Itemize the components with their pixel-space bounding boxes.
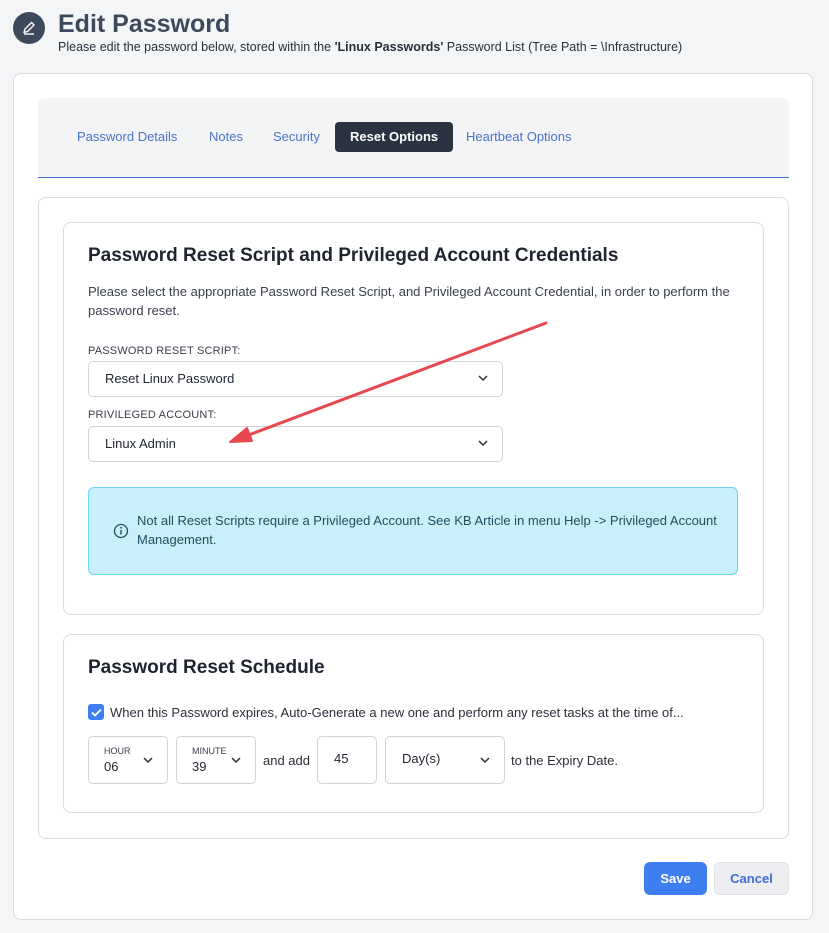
minute-label: MINUTE (192, 746, 227, 756)
unit-value: Day(s) (402, 751, 441, 766)
privileged-account-label: PRIVILEGED ACCOUNT: (88, 409, 217, 421)
cancel-button[interactable]: Cancel (714, 862, 789, 895)
info-alert: Not all Reset Scripts require a Privileg… (88, 487, 738, 575)
reset-credentials-title: Password Reset Script and Privileged Acc… (88, 245, 619, 266)
page-header: Edit Password Please edit the password b… (13, 8, 813, 60)
subtitle-prefix: Please edit the password below, stored w… (58, 40, 335, 54)
reset-options-panel: Password Reset Script and Privileged Acc… (38, 197, 789, 839)
edit-password-card: Password Details Notes Security Reset Op… (13, 73, 813, 920)
hour-value: 06 (104, 759, 119, 774)
chevron-down-icon (231, 757, 241, 764)
reset-schedule-title: Password Reset Schedule (88, 657, 325, 678)
tab-password-details[interactable]: Password Details (62, 122, 192, 152)
info-icon (113, 523, 129, 539)
chevron-down-icon (478, 440, 488, 447)
password-list-name: 'Linux Passwords' (334, 40, 444, 54)
chevron-down-icon (480, 757, 490, 764)
privileged-account-select[interactable]: Linux Admin (88, 426, 503, 462)
pencil-icon (13, 12, 45, 44)
reset-credentials-description: Please select the appropriate Password R… (88, 284, 730, 318)
add-amount-value: 45 (334, 751, 349, 766)
auto-generate-checkbox[interactable] (88, 704, 104, 720)
minute-value: 39 (192, 759, 207, 774)
privileged-account-value: Linux Admin (105, 436, 176, 451)
minute-select[interactable]: MINUTE 39 (176, 736, 256, 784)
info-alert-text: Not all Reset Scripts require a Privileg… (137, 513, 717, 547)
auto-generate-label: When this Password expires, Auto-Generat… (110, 705, 684, 720)
reset-credentials-section: Password Reset Script and Privileged Acc… (63, 222, 764, 615)
unit-select[interactable]: Day(s) (385, 736, 505, 784)
reset-script-label: PASSWORD RESET SCRIPT: (88, 345, 241, 357)
checkmark-icon (90, 708, 102, 717)
tab-reset-options[interactable]: Reset Options (335, 122, 454, 152)
and-add-label: and add (263, 753, 310, 768)
reset-schedule-section: Password Reset Schedule When this Passwo… (63, 634, 764, 813)
hour-label: HOUR (104, 746, 131, 756)
tab-security[interactable]: Security (258, 122, 335, 152)
reset-script-select[interactable]: Reset Linux Password (88, 361, 503, 397)
page-subtitle: Please edit the password below, stored w… (58, 40, 682, 54)
page-title: Edit Password (58, 10, 231, 38)
tab-notes[interactable]: Notes (194, 122, 258, 152)
hour-select[interactable]: HOUR 06 (88, 736, 168, 784)
subtitle-suffix: Password List (Tree Path = \Infrastructu… (443, 40, 683, 54)
tab-bar: Password Details Notes Security Reset Op… (38, 98, 789, 178)
reset-script-value: Reset Linux Password (105, 371, 235, 386)
chevron-down-icon (143, 757, 153, 764)
add-amount-input[interactable]: 45 (317, 736, 377, 784)
expiry-suffix-label: to the Expiry Date. (511, 753, 618, 768)
tab-heartbeat-options[interactable]: Heartbeat Options (451, 122, 587, 152)
chevron-down-icon (478, 375, 488, 382)
save-button[interactable]: Save (644, 862, 707, 895)
